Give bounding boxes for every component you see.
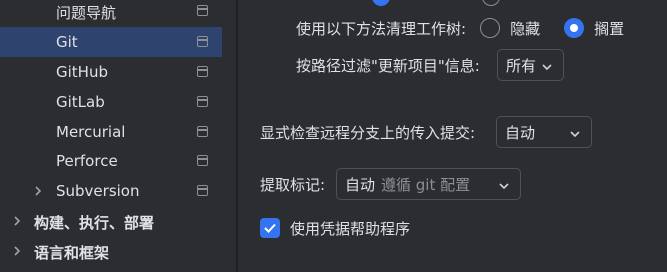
filter-dropdown-value: 所有 — [506, 56, 537, 75]
page-icon — [197, 155, 208, 166]
radio-stash[interactable] — [480, 18, 501, 38]
chevron-right-icon[interactable] — [12, 214, 22, 228]
sidebar-item-label: Perforce — [56, 152, 118, 170]
incoming-label: 显式检查远程分支上的传入提交: — [260, 123, 476, 142]
chevron-right-icon[interactable] — [12, 244, 22, 258]
credential-helper-row: 使用凭据帮助程序 — [260, 216, 410, 240]
partial-radio — [482, 0, 500, 6]
cleanup-method-label: 使用以下方法清理工作树: — [296, 19, 467, 38]
page-icon — [197, 96, 208, 107]
fetch-tags-row: 提取标记: — [260, 172, 325, 196]
sidebar-item-mercurial[interactable]: Mercurial — [0, 117, 222, 147]
chevron-down-icon — [541, 59, 553, 71]
sidebar-item-label: Subversion — [56, 182, 140, 200]
sidebar-item-label: GitLab — [56, 93, 105, 111]
sidebar-item-label: 问题导航 — [56, 4, 117, 22]
filter-label: 按路径过滤"更新项目"信息: — [296, 56, 480, 75]
fetch-tags-value: 自动 — [345, 175, 376, 194]
filter-row: 按路径过滤"更新项目"信息: — [296, 53, 480, 77]
partial-radio — [372, 0, 390, 6]
git-settings-panel: 使用以下方法清理工作树: 隐藏 搁置 按路径过滤"更新项目"信息: 所有 显式检… — [238, 0, 667, 272]
chevron-down-icon — [569, 126, 581, 138]
filter-dropdown[interactable]: 所有 — [497, 49, 564, 81]
chevron-down-icon — [498, 178, 510, 190]
sidebar-item-issue-navigation[interactable]: 问题导航 — [0, 0, 222, 26]
fetch-tags-hint: 遵循 git 配置 — [381, 175, 471, 194]
sidebar-item-label: Mercurial — [56, 123, 126, 141]
credential-helper-checkbox[interactable] — [260, 218, 280, 238]
cleanup-method-row: 使用以下方法清理工作树: 隐藏 搁置 — [296, 16, 624, 40]
settings-sidebar: 问题导航 Git GitHub GitLab Mercurial Perforc… — [0, 0, 222, 272]
sidebar-item-github[interactable]: GitHub — [0, 57, 222, 87]
sidebar-item-languages-frameworks[interactable]: 语言和框架 — [0, 236, 222, 266]
radio-shelve-label[interactable]: 搁置 — [594, 18, 624, 39]
sidebar-item-build-execution-deployment[interactable]: 构建、执行、部署 — [0, 206, 222, 236]
radio-shelve[interactable] — [564, 18, 585, 38]
page-icon — [197, 185, 208, 196]
incoming-row: 显式检查远程分支上的传入提交: — [260, 120, 475, 144]
page-icon — [197, 36, 208, 47]
sidebar-item-label: Git — [56, 33, 78, 51]
fetch-tags-dropdown[interactable]: 自动 遵循 git 配置 — [336, 168, 521, 200]
chevron-right-icon[interactable] — [33, 184, 43, 198]
sidebar-item-git[interactable]: Git — [0, 27, 222, 57]
sidebar-item-subversion[interactable]: Subversion — [0, 176, 222, 206]
fetch-tags-label: 提取标记: — [260, 175, 326, 194]
page-icon — [197, 66, 208, 77]
sidebar-item-label: 构建、执行、部署 — [34, 214, 155, 232]
incoming-dropdown-value: 自动 — [505, 123, 536, 142]
sidebar-item-label: 语言和框架 — [34, 244, 110, 262]
credential-helper-label[interactable]: 使用凭据帮助程序 — [290, 218, 410, 239]
page-icon — [197, 5, 208, 16]
incoming-dropdown[interactable]: 自动 — [496, 116, 592, 148]
sidebar-item-gitlab[interactable]: GitLab — [0, 87, 222, 117]
sidebar-item-label: GitHub — [56, 63, 108, 81]
page-icon — [197, 126, 208, 137]
sidebar-item-perforce[interactable]: Perforce — [0, 146, 222, 176]
radio-stash-label[interactable]: 隐藏 — [510, 18, 540, 39]
